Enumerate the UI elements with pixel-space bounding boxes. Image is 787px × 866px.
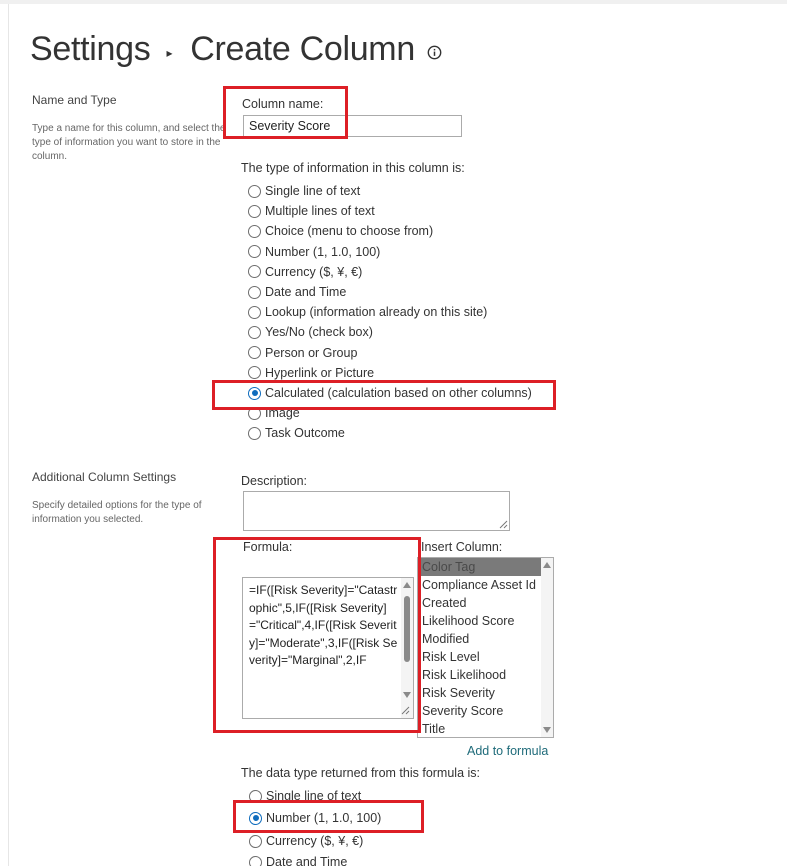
radio-button[interactable] [248,204,261,218]
section-description-additional-settings: Specify detailed options for the type of… [32,500,202,525]
column-name-label: Column name: [242,97,324,111]
radio-button[interactable] [248,426,261,440]
caret-right-icon: ▸ [166,45,173,60]
radio-button[interactable] [248,325,261,339]
column-type-option-label: Number (1, 1.0, 100) [265,244,381,259]
radio-button[interactable] [248,245,261,259]
column-type-label: The type of information in this column i… [241,161,465,175]
radio-button[interactable] [248,265,261,279]
column-type-option-label: Currency ($, ¥, €) [265,264,363,279]
column-type-option[interactable]: Currency ($, ¥, €) [248,263,362,281]
column-name-value: Severity Score [249,119,331,133]
description-textarea[interactable] [243,491,510,531]
radio-button[interactable] [249,811,262,825]
section-title-additional-settings: Additional Column Settings [32,470,177,484]
column-type-option-label: Task Outcome [265,426,345,441]
column-type-option[interactable]: Single line of text [248,182,360,200]
page-title: Create Column [190,30,415,68]
resize-grip-icon[interactable] [401,706,410,715]
insert-column-item[interactable]: Title [418,720,541,737]
insert-column-list: Color Tag Compliance Asset Id Created Likel… [418,558,553,737]
column-type-option-label: Lookup (information already on this site… [265,305,488,320]
breadcrumb-settings-link[interactable]: Settings [30,30,151,69]
column-type-option[interactable]: Person or Group [248,344,357,362]
insert-column-scrollbar[interactable] [541,558,553,737]
return-type-option[interactable]: Date and Time [249,853,347,866]
column-type-option-label: Multiple lines of text [265,204,375,219]
radio-button[interactable] [248,406,261,420]
radio-button[interactable] [248,305,261,319]
scroll-down-arrow-icon[interactable] [543,727,551,733]
column-name-input[interactable]: Severity Score [243,115,462,137]
column-type-option[interactable]: Hyperlink or Picture [248,364,374,382]
add-to-formula-link[interactable]: Add to formula [467,744,548,758]
column-type-option[interactable]: Calculated (calculation based on other c… [248,384,532,402]
column-type-option[interactable]: Number (1, 1.0, 100) [248,243,380,261]
insert-column-item[interactable]: Modified [418,630,541,648]
left-border [8,4,9,866]
top-border [0,0,787,4]
column-type-option-label: Person or Group [265,345,358,360]
formula-scrollbar[interactable] [401,578,413,718]
column-type-option[interactable]: Multiple lines of text [248,202,375,220]
column-type-option-label: Date and Time [265,285,347,299]
formula-textarea[interactable]: =IF([Risk Severity]="Catastrophic",5,IF(… [242,577,414,719]
insert-column-item[interactable]: Severity Score [418,702,541,720]
scrollbar-thumb[interactable] [404,596,410,662]
insert-column-item[interactable]: Likelihood Score [418,612,541,630]
insert-column-item[interactable]: Created [418,594,541,612]
return-type-option-label: Number (1, 1.0, 100) [266,811,382,825]
return-type-option-label: Currency ($, ¥, €) [266,834,364,848]
return-type-option-label: Date and Time [266,855,348,866]
column-type-option[interactable]: Choice (menu to choose from) [248,222,433,240]
scroll-up-arrow-icon[interactable] [403,582,411,588]
radio-button[interactable] [249,789,262,803]
radio-button[interactable] [248,346,261,360]
formula-label: Formula: [243,540,293,554]
formula-value: =IF([Risk Severity]="Catastrophic",5,IF(… [249,583,398,667]
insert-column-listbox[interactable]: Color Tag Compliance Asset Id Created Likel… [417,557,554,738]
section-description-name-and-type: Type a name for this column, and select … [32,123,226,162]
insert-column-item[interactable]: Color Tag [418,558,541,576]
return-type-option-label: Single line of text [266,789,362,803]
column-type-option[interactable]: Task Outcome [248,424,345,442]
return-type-option[interactable]: Currency ($, ¥, €) [249,832,363,850]
column-type-option[interactable]: Lookup (information already on this site… [248,303,487,321]
scroll-up-arrow-icon[interactable] [543,562,551,568]
breadcrumb: Settings ▸ Create Column [30,30,442,69]
radio-button[interactable] [248,224,261,238]
column-type-option-label: Calculated (calculation based on other c… [265,386,532,400]
radio-button[interactable] [248,386,261,400]
insert-column-item[interactable]: Risk Severity [418,684,541,702]
column-type-option[interactable]: Image [248,404,300,422]
insert-column-item[interactable]: Risk Likelihood [418,666,541,684]
resize-grip-icon[interactable] [499,520,508,529]
radio-button[interactable] [249,834,262,848]
radio-button[interactable] [249,855,262,866]
insert-column-item[interactable]: Compliance Asset Id [418,576,541,594]
column-type-option[interactable]: Yes/No (check box) [248,323,373,341]
info-icon[interactable] [427,45,442,60]
return-type-label: The data type returned from this formula… [241,766,480,780]
column-type-option-label: Yes/No (check box) [265,325,373,340]
return-type-option[interactable]: Single line of text [249,787,361,805]
insert-column-item[interactable]: Risk Level [418,648,541,666]
column-type-option-label: Image [265,406,300,421]
radio-button[interactable] [248,366,261,380]
column-type-option-label: Hyperlink or Picture [265,365,375,380]
description-label: Description: [241,474,307,488]
section-title-name-and-type: Name and Type [32,93,117,107]
insert-column-label: Insert Column: [421,540,503,554]
scroll-down-arrow-icon[interactable] [403,692,411,698]
column-type-option-label: Choice (menu to choose from) [265,224,434,239]
column-type-option[interactable]: Date and Time [248,283,346,301]
radio-button[interactable] [248,184,261,198]
return-type-option[interactable]: Number (1, 1.0, 100) [249,809,381,827]
column-type-option-label: Single line of text [265,184,361,198]
radio-button[interactable] [248,285,261,299]
